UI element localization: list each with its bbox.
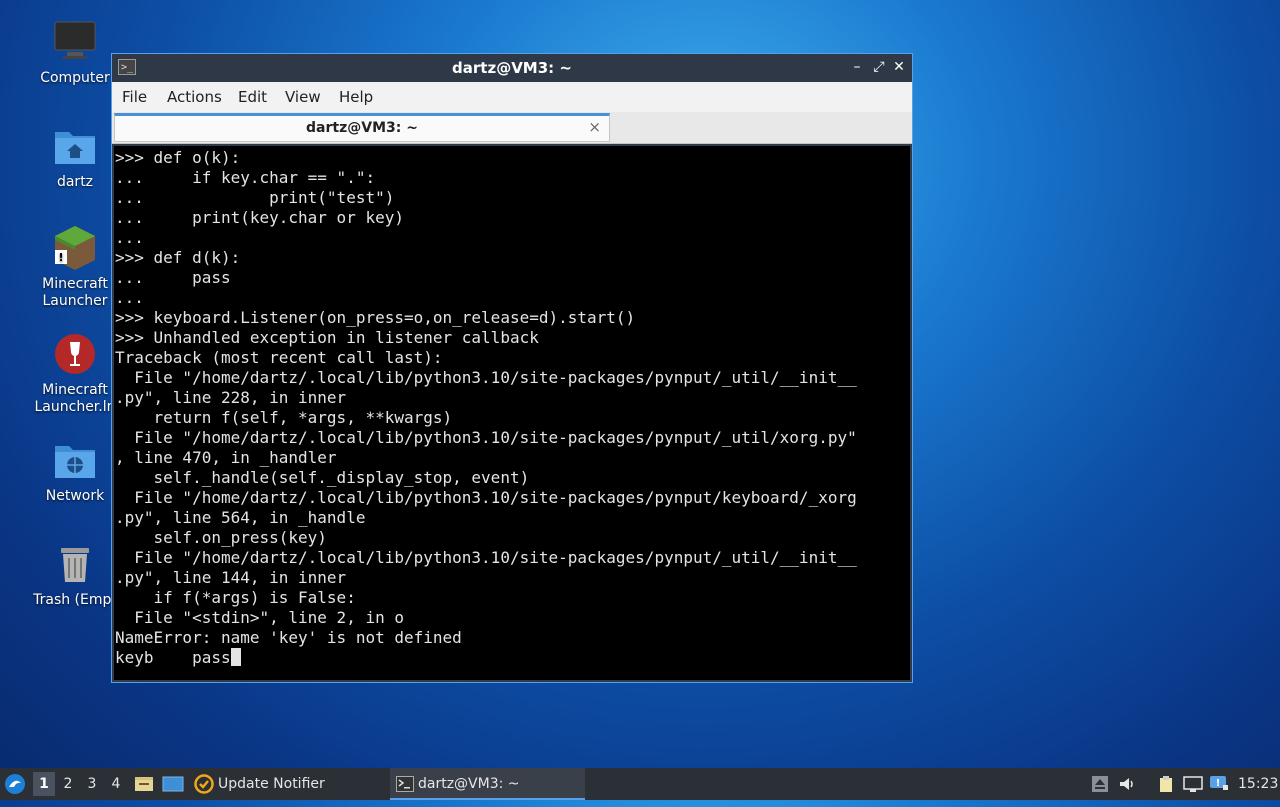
tab-title: dartz@VM3: ~ xyxy=(306,120,418,136)
wine-icon xyxy=(51,330,99,378)
home-folder-icon xyxy=(51,122,99,170)
workspace-4[interactable]: 4 xyxy=(105,772,127,796)
terminal-text: >>> def o(k): ... if key.char == ".": ..… xyxy=(114,146,910,668)
desktop-icon xyxy=(162,776,184,792)
tray-eject-icon[interactable] xyxy=(1091,775,1109,793)
menu-file[interactable]: File xyxy=(122,88,147,106)
terminal-line: File "<stdin>", line 2, in o xyxy=(134,608,404,627)
menu-help[interactable]: Help xyxy=(339,88,373,106)
window-title: dartz@VM3: ~ xyxy=(452,59,572,77)
terminal-line: ... xyxy=(115,228,144,247)
terminal-line: self.on_press(key) xyxy=(153,528,327,547)
terminal-line: >>> keyboard.Listener(on_press=o,on_rele… xyxy=(115,308,636,327)
minimize-button[interactable]: – xyxy=(848,58,866,76)
task-label: dartz@VM3: ~ xyxy=(418,776,520,792)
task-label: Update Notifier xyxy=(218,776,325,792)
terminal-line: File "/home/dartz/.local/lib/python3.10/… xyxy=(134,428,857,447)
terminal-line: self._handle(self._display_stop, event) xyxy=(153,468,530,487)
file-manager-icon xyxy=(135,777,153,791)
window-titlebar[interactable]: >_ dartz@VM3: ~ – ⤢ ✕ xyxy=(112,54,912,82)
text-cursor xyxy=(230,648,241,666)
menu-actions[interactable]: Actions xyxy=(167,88,222,106)
monitor-icon xyxy=(51,18,99,66)
terminal-line: ... if key.char == ".": xyxy=(115,168,376,187)
task-terminal[interactable]: dartz@VM3: ~ xyxy=(390,768,585,800)
clipboard-icon[interactable] xyxy=(1157,775,1175,793)
terminal-line: File "/home/dartz/.local/lib/python3.10/… xyxy=(134,368,857,387)
terminal-line: ... print("test") xyxy=(115,188,395,207)
network-status-icon[interactable] xyxy=(1183,775,1203,793)
terminal-window: >_ dartz@VM3: ~ – ⤢ ✕ File Actions Edit … xyxy=(111,53,913,683)
workspace-1[interactable]: 1 xyxy=(33,772,55,796)
terminal-line: return f(self, *args, **kwargs) xyxy=(153,408,453,427)
terminal-line: if f(*args) is False: xyxy=(153,588,356,607)
svg-text:!: ! xyxy=(58,251,63,264)
lubuntu-logo-icon xyxy=(5,774,25,794)
terminal-output[interactable]: >>> def o(k): ... if key.char == ".": ..… xyxy=(114,146,910,680)
file-manager-launcher[interactable] xyxy=(134,768,154,800)
tab-bar: dartz@VM3: ~ × xyxy=(112,112,912,144)
task-update-notifier[interactable]: Update Notifier xyxy=(192,768,372,800)
network-folder-icon xyxy=(51,436,99,484)
update-notifier-icon xyxy=(194,774,214,794)
terminal-line: .py", line 564, in _handle xyxy=(115,508,366,527)
terminal-line: ... print(key.char or key) xyxy=(115,208,404,227)
start-menu-button[interactable] xyxy=(4,768,28,800)
terminal-line: , line 470, in _handler xyxy=(115,448,337,467)
prompt-line: keyb pass xyxy=(115,648,231,667)
terminal-line: Traceback (most recent call last): xyxy=(115,348,443,367)
volume-icon[interactable] xyxy=(1118,775,1136,793)
workspace-2[interactable]: 2 xyxy=(57,772,79,796)
tab-close-icon[interactable]: × xyxy=(588,118,601,136)
menu-view[interactable]: View xyxy=(285,88,321,106)
menu-bar: File Actions Edit View Help xyxy=(112,82,912,112)
terminal-icon xyxy=(396,776,414,792)
terminal-line: File "/home/dartz/.local/lib/python3.10/… xyxy=(134,548,857,567)
terminal-line: ... xyxy=(115,288,144,307)
terminal-lines: >>> def o(k): ... if key.char == ".": ..… xyxy=(115,148,857,647)
tab-terminal[interactable]: dartz@VM3: ~ × xyxy=(114,113,610,142)
terminal-line: NameError: name 'key' is not defined xyxy=(115,628,462,647)
terminal-line: >>> def o(k): xyxy=(115,148,241,167)
workspace-3[interactable]: 3 xyxy=(81,772,103,796)
minecraft-icon: ! xyxy=(51,224,99,272)
menu-edit[interactable]: Edit xyxy=(238,88,267,106)
svg-text:!: ! xyxy=(1216,778,1221,789)
show-desktop-launcher[interactable] xyxy=(162,768,184,800)
terminal-line: .py", line 228, in inner xyxy=(115,388,347,407)
notification-icon[interactable]: ! xyxy=(1209,775,1228,793)
trash-icon xyxy=(51,540,99,588)
terminal-line: >>> Unhandled exception in listener call… xyxy=(115,328,539,347)
close-button[interactable]: ✕ xyxy=(890,58,908,76)
clock[interactable]: 15:23 xyxy=(1238,768,1278,800)
maximize-button[interactable]: ⤢ xyxy=(870,58,888,76)
terminal-line: ... pass xyxy=(115,268,231,287)
taskbar: 1 2 3 4 Update Notifier dartz@VM3: ~ ! 1… xyxy=(0,768,1280,800)
terminal-line: File "/home/dartz/.local/lib/python3.10/… xyxy=(134,488,857,507)
terminal-line: >>> def d(k): xyxy=(115,248,241,267)
terminal-line: .py", line 144, in inner xyxy=(115,568,347,587)
